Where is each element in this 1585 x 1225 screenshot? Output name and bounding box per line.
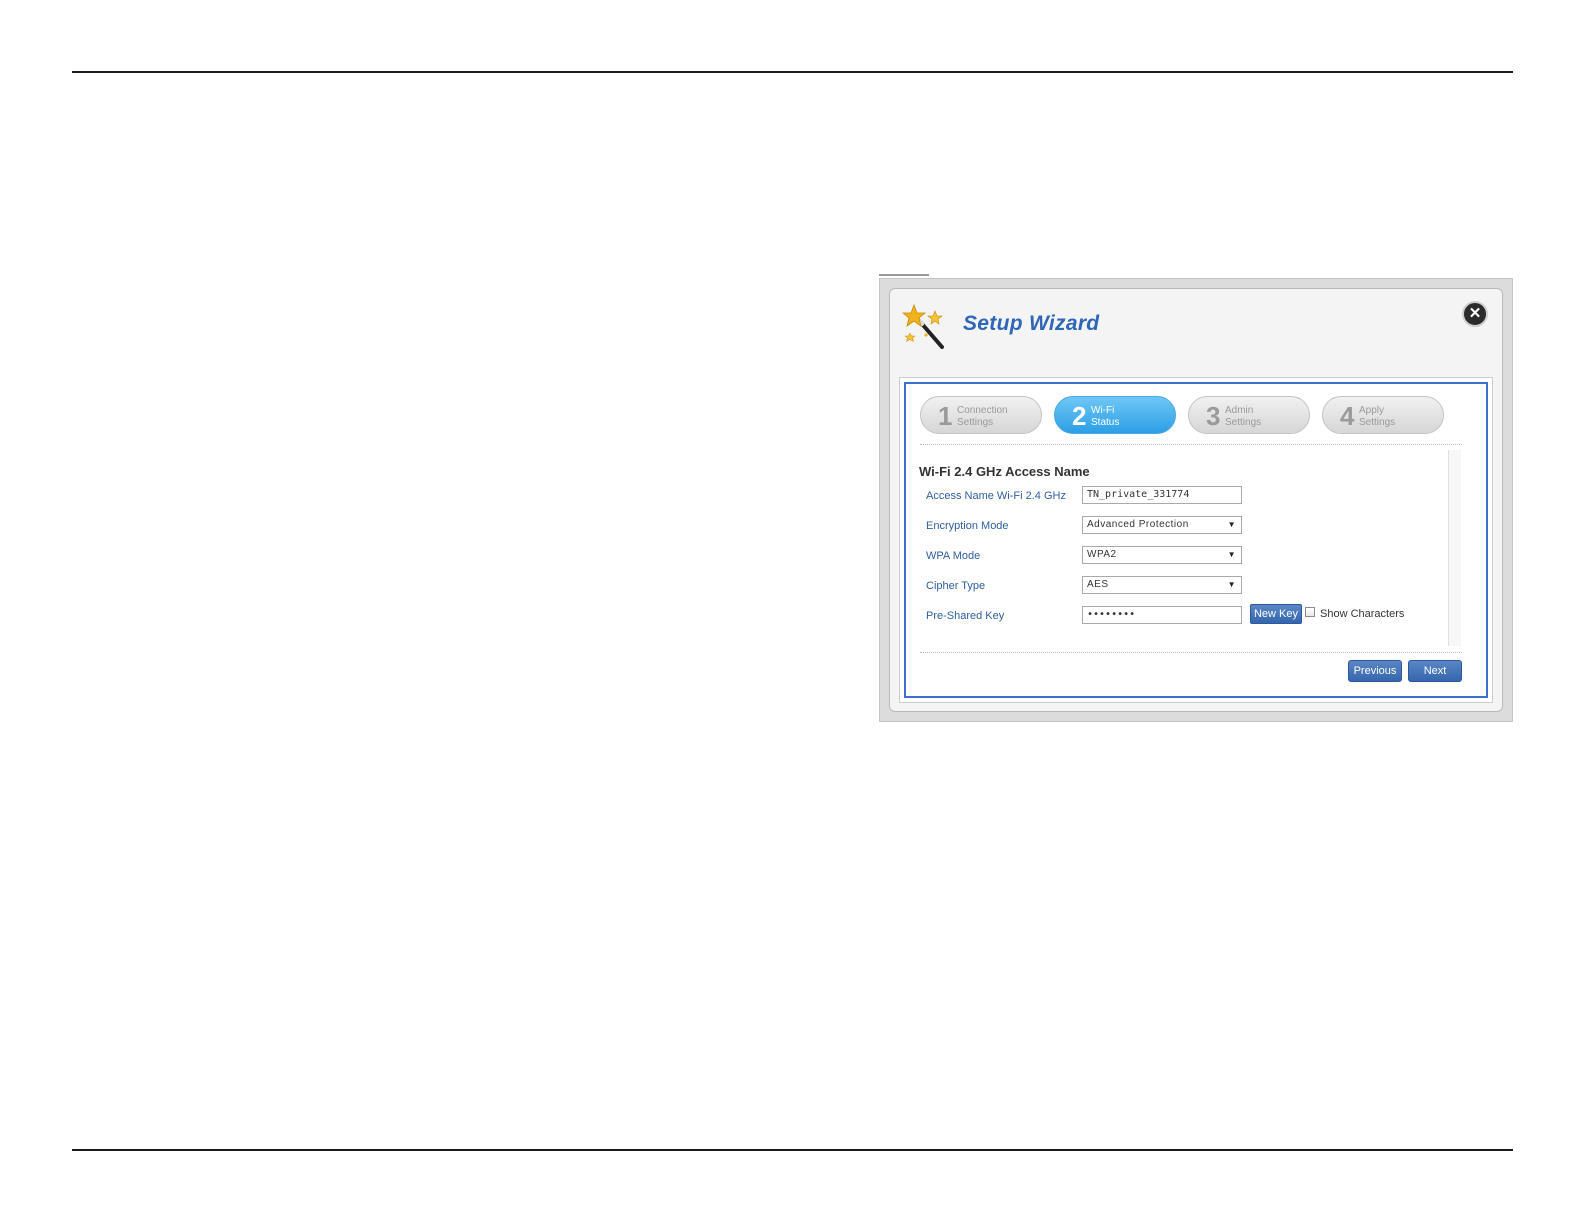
separator-top [920,444,1462,445]
step-label: Admin Settings [1225,405,1262,428]
encryption-mode-select[interactable]: Advanced Protection ▼ [1082,516,1242,534]
dropdown-arrow-icon: ▼ [1227,520,1236,529]
setup-wizard-dialog: Setup Wizard ✕ 1 Connection Settings 2 W… [889,288,1503,712]
dropdown-arrow-icon: ▼ [1227,550,1236,559]
pre-shared-key-label: Pre-Shared Key [926,610,1005,622]
dialog-title: Setup Wizard [963,312,1100,335]
cipher-type-label: Cipher Type [926,580,986,592]
wpa-mode-label: WPA Mode [926,550,981,562]
cipher-type-value: AES [1087,579,1109,590]
dropdown-arrow-icon: ▼ [1227,580,1236,589]
separator-bottom [920,652,1462,653]
section-title: Wi-Fi 2.4 GHz Access Name [919,464,1090,479]
new-key-button[interactable]: New Key [1250,604,1302,624]
show-characters-checkbox[interactable] [1305,607,1315,617]
next-button[interactable]: Next [1408,660,1462,682]
step-label: Connection Settings [957,405,1008,428]
step-admin-settings[interactable]: 3 Admin Settings [1188,396,1310,434]
encryption-mode-value: Advanced Protection [1087,519,1189,530]
step-wifi-status[interactable]: 2 Wi-Fi Status [1054,396,1176,434]
cipher-type-select[interactable]: AES ▼ [1082,576,1242,594]
setup-wizard-screenshot: Setup Wizard ✕ 1 Connection Settings 2 W… [879,278,1513,722]
step-label: Apply Settings [1359,405,1396,428]
step-connection-settings[interactable]: 1 Connection Settings [920,396,1042,434]
wizard-panel: 1 Connection Settings 2 Wi-Fi Status 3 A… [904,382,1488,698]
encryption-mode-label: Encryption Mode [926,520,1009,532]
show-characters-label: Show Characters [1320,608,1405,620]
step-label: Wi-Fi Status [1091,405,1120,428]
magic-wand-icon [902,303,944,349]
close-icon[interactable]: ✕ [1462,301,1488,327]
step-number: 3 [1206,401,1221,431]
wpa-mode-value: WPA2 [1087,549,1117,560]
pre-shared-key-input[interactable]: •••••••• [1082,606,1242,624]
previous-button[interactable]: Previous [1348,660,1402,682]
step-number: 2 [1072,401,1087,431]
bottom-divider [72,1149,1513,1151]
access-name-label: Access Name Wi-Fi 2.4 GHz [926,490,1066,502]
access-name-input[interactable]: TN_private_331774 [1082,486,1242,504]
step-number: 4 [1340,401,1355,431]
screenshot-edge-mark [879,274,929,276]
wizard-body: 1 Connection Settings 2 Wi-Fi Status 3 A… [899,377,1493,703]
form-scrollbar[interactable] [1448,450,1461,646]
step-number: 1 [938,401,953,431]
top-divider [72,71,1513,73]
step-apply-settings[interactable]: 4 Apply Settings [1322,396,1444,434]
wpa-mode-select[interactable]: WPA2 ▼ [1082,546,1242,564]
